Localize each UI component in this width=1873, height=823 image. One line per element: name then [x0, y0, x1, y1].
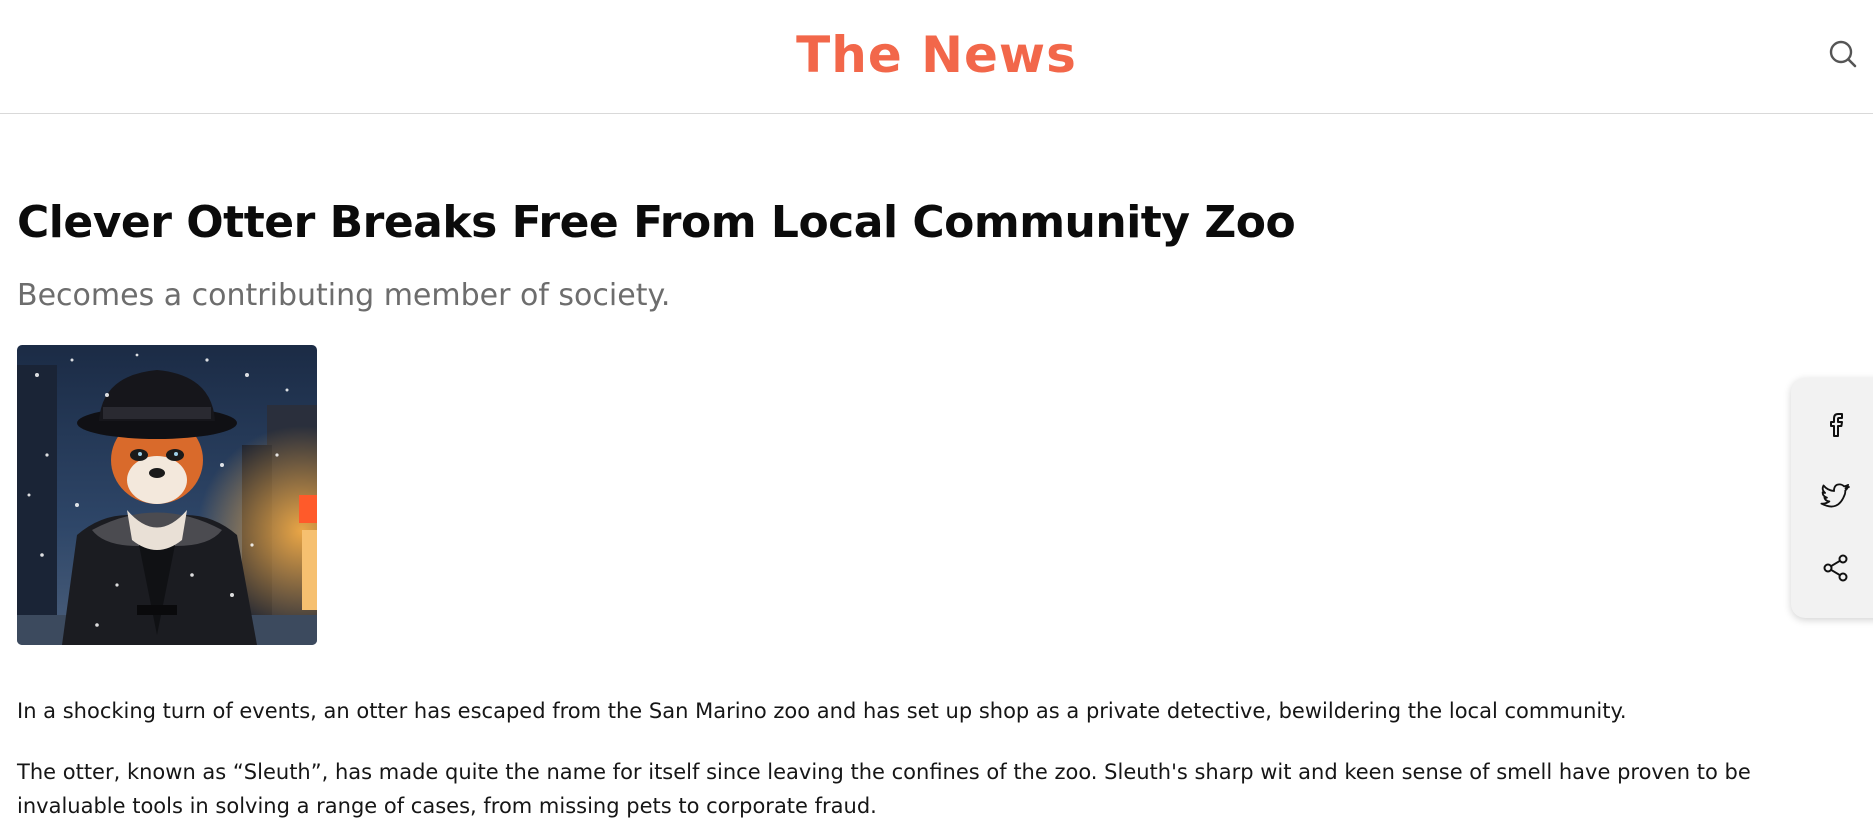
site-header: The News [0, 0, 1873, 114]
article-paragraph: In a shocking turn of events, an otter h… [17, 699, 1627, 723]
share-facebook-button[interactable] [1820, 408, 1852, 440]
share-panel [1791, 378, 1873, 618]
article-paragraph: The otter, known as “Sleuth”, has made q… [17, 760, 1751, 818]
twitter-icon [1820, 483, 1850, 508]
otter-detective-illustration [17, 345, 317, 645]
share-icon [1823, 554, 1848, 582]
article-headline: Clever Otter Breaks Free From Local Comm… [17, 197, 1296, 248]
facebook-icon [1830, 413, 1843, 437]
article-subheadline: Becomes a contributing member of society… [17, 278, 671, 313]
article-image [17, 345, 317, 645]
site-logo[interactable]: The News [0, 22, 1873, 88]
share-link-button[interactable] [1820, 552, 1852, 584]
search-icon [1829, 40, 1857, 68]
share-twitter-button[interactable] [1820, 480, 1852, 512]
search-button[interactable] [1827, 38, 1859, 70]
